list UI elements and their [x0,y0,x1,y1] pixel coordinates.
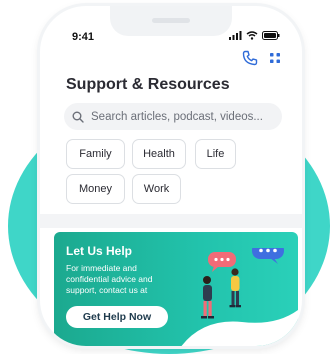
chip-work[interactable]: Work [132,174,181,204]
help-card: Let Us Help For immediate and confidenti… [54,232,298,346]
notch-speaker [152,18,190,23]
get-help-button[interactable]: Get Help Now [66,306,168,328]
chip-health[interactable]: Health [132,139,186,169]
grid-icon[interactable] [270,53,280,63]
phone-notch [110,6,232,36]
status-icons [229,31,280,40]
search-icon [72,111,84,123]
chip-life[interactable]: Life [195,139,236,169]
page-title: Support & Resources [66,76,230,93]
phone-icon[interactable] [242,50,258,66]
phone-frame: 9:41 Support & Resources Search articles… [40,6,302,346]
help-illustration [181,248,298,346]
help-card-body: For immediate and confidential advice an… [66,263,153,295]
status-time: 9:41 [72,31,95,43]
chip-family[interactable]: Family [66,139,125,169]
search-input[interactable]: Search articles, podcast, videos... [64,103,282,130]
chip-money[interactable]: Money [66,174,125,204]
help-card-title: Let Us Help [66,244,133,258]
signal-icon [229,31,242,40]
section-divider [40,214,302,228]
search-placeholder: Search articles, podcast, videos... [91,110,263,123]
chat-bubble-icon [208,252,236,272]
header-actions [242,50,280,66]
person-figure-left [201,276,214,319]
battery-icon [262,31,280,40]
wifi-icon [246,31,258,40]
chat-bubble-icon [252,248,284,264]
white-wave-shape [181,310,298,346]
person-figure-right [229,268,241,308]
